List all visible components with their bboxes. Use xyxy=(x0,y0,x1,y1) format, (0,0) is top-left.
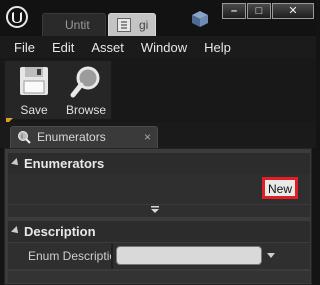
enum-description-input[interactable] xyxy=(116,246,262,265)
section-description[interactable]: Description xyxy=(8,221,310,242)
new-enumerator-button[interactable]: New xyxy=(262,177,298,199)
tab-enum-asset[interactable]: gi xyxy=(108,13,156,36)
menu-bar: File Edit Asset Window Help xyxy=(0,36,316,58)
enum-asset-icon xyxy=(117,18,131,32)
menu-asset[interactable]: Asset xyxy=(91,40,124,55)
tab-enumerators[interactable]: i Enumerators × xyxy=(10,126,158,148)
tab-enum-asset-label: gi xyxy=(139,18,149,32)
save-button[interactable]: Save xyxy=(9,61,59,121)
enum-description-row: Enum Descriptio xyxy=(8,243,310,269)
tab-untitled-label: Untit xyxy=(65,18,90,32)
enumerators-row: New xyxy=(8,174,310,204)
browse-button[interactable]: Browse xyxy=(61,61,111,121)
section-enumerators-title: Enumerators xyxy=(24,156,105,171)
close-button[interactable]: ✕ xyxy=(272,3,314,19)
browse-label: Browse xyxy=(65,103,106,117)
menu-edit[interactable]: Edit xyxy=(52,40,74,55)
panel-tab-strip: i Enumerators × xyxy=(0,122,316,148)
enum-description-label: Enum Descriptio xyxy=(28,249,112,263)
menu-window[interactable]: Window xyxy=(141,40,187,55)
expand-down-icon xyxy=(151,206,159,213)
title-bar: Untit gi – □ ✕ xyxy=(0,0,316,36)
panel-bottom-strip xyxy=(8,271,310,283)
collapse-arrow-icon xyxy=(11,158,21,168)
unreal-logo-icon[interactable] xyxy=(6,6,28,28)
minimize-button[interactable]: – xyxy=(222,3,246,19)
chevron-down-icon[interactable] xyxy=(267,253,275,258)
save-label: Save xyxy=(20,103,48,117)
tab-enumerators-label: Enumerators xyxy=(37,130,106,144)
maximize-button[interactable]: □ xyxy=(247,3,271,19)
tab-untitled[interactable]: Untit xyxy=(42,13,106,36)
window-controls: – □ ✕ xyxy=(222,3,315,19)
collapse-arrow-icon xyxy=(11,226,21,236)
magnifier-icon xyxy=(70,66,100,98)
menu-help[interactable]: Help xyxy=(204,40,231,55)
section-description-title: Description xyxy=(24,224,96,239)
toolbar-group: Save Browse xyxy=(4,60,112,120)
details-panel: Enumerators New Description Enum Descrip… xyxy=(4,148,312,285)
menu-file[interactable]: File xyxy=(14,40,35,55)
column-divider[interactable] xyxy=(111,243,113,269)
advanced-expander[interactable] xyxy=(8,205,310,217)
toolbar: Save Browse xyxy=(0,58,316,125)
save-icon xyxy=(20,67,48,95)
section-enumerators[interactable]: Enumerators xyxy=(8,153,310,174)
tab-close-button[interactable]: × xyxy=(144,127,151,147)
cube-icon[interactable] xyxy=(190,10,210,28)
details-icon: i xyxy=(18,131,31,144)
